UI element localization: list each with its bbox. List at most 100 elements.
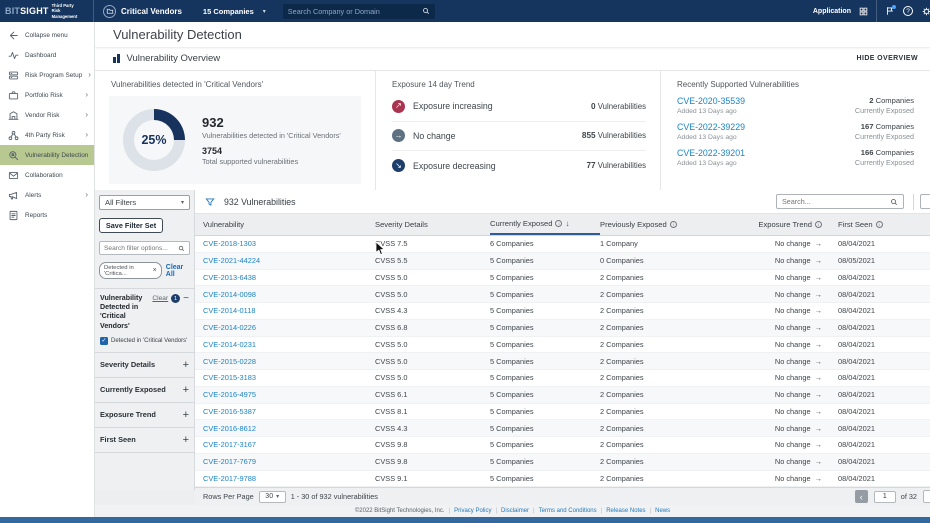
filter-group-severity-details[interactable]: Severity Details+ xyxy=(95,353,194,378)
sidebar-item-collapse-menu[interactable]: Collapse menu xyxy=(0,25,94,45)
filter-chip[interactable]: Detected in 'Critica... × xyxy=(99,262,162,279)
page-number-input[interactable] xyxy=(874,491,896,503)
table-row: CVE-2021-44224CVSS 5.55 Companies0 Compa… xyxy=(195,253,930,270)
cve-link[interactable]: CVE-2021-44224 xyxy=(195,256,375,265)
info-icon: i xyxy=(670,221,677,228)
footer-link-privacy-policy[interactable]: Privacy Policy xyxy=(454,508,491,514)
company-search-input[interactable] xyxy=(288,7,422,16)
previous-page-button[interactable]: ‹ xyxy=(855,490,868,503)
table-search-input[interactable] xyxy=(782,197,890,206)
cve-link[interactable]: CVE-2022-39201 xyxy=(677,148,745,158)
cve-link[interactable]: CVE-2013-6438 xyxy=(195,273,375,282)
notifications-icon[interactable] xyxy=(885,6,895,16)
severity-cell: CVSS 9.8 xyxy=(375,440,490,449)
expand-group-icon: + xyxy=(183,409,189,421)
sidebar-item-vulnerability-detection[interactable]: Vulnerability Detection xyxy=(0,145,94,165)
save-filter-set-button[interactable]: Save Filter Set xyxy=(99,218,163,233)
settings-gear-icon[interactable] xyxy=(921,6,930,17)
footer-link-terms-and-conditions[interactable]: Terms and Conditions xyxy=(539,508,597,514)
trend-text: No change xyxy=(775,373,811,382)
sidebar-item-portfolio-risk[interactable]: Portfolio Risk› xyxy=(0,85,94,105)
donut-percent: 25% xyxy=(141,133,166,147)
cve-link[interactable]: CVE-2016-4975 xyxy=(195,390,375,399)
cve-link[interactable]: CVE-2017-9788 xyxy=(195,474,375,483)
exposure-trend-cell: No change→ xyxy=(775,407,830,416)
previously-exposed-cell: 2 Companies xyxy=(600,306,745,315)
rows-per-page-select[interactable]: 30 ▾ xyxy=(259,491,286,503)
cve-link[interactable]: CVE-2015-0228 xyxy=(195,357,375,366)
page-title: Vulnerability Detection xyxy=(95,22,930,47)
clear-all-link[interactable]: Clear All xyxy=(166,264,190,278)
cve-link[interactable]: CVE-2014-0098 xyxy=(195,290,375,299)
column-label: Previously Exposed xyxy=(600,220,667,229)
footer-link-news[interactable]: News xyxy=(655,508,670,514)
cve-link[interactable]: CVE-2014-0231 xyxy=(195,340,375,349)
trend-arrow-icon: → xyxy=(815,323,822,332)
trend-arrow-icon: → xyxy=(815,457,822,466)
currently-exposed-cell: 5 Companies xyxy=(490,340,600,349)
next-page-button[interactable] xyxy=(923,490,930,503)
sidebar-item-alerts[interactable]: Alerts› xyxy=(0,185,94,205)
app-grid-icon[interactable] xyxy=(859,7,868,16)
pagination-range: 1 - 30 of 932 vulnerabilities xyxy=(291,492,378,501)
search-icon[interactable] xyxy=(890,198,898,206)
currently-exposed-label: Currently Exposed xyxy=(855,132,914,141)
trend-text: No change xyxy=(775,407,811,416)
close-icon[interactable]: × xyxy=(153,267,157,274)
cve-link[interactable]: CVE-2014-0118 xyxy=(195,306,375,315)
filter-group-exposure-trend[interactable]: Exposure Trend+ xyxy=(95,403,194,428)
sidebar-item-dashboard[interactable]: Dashboard xyxy=(0,45,94,65)
cve-link[interactable]: CVE-2018-1303 xyxy=(195,239,375,248)
application-label[interactable]: Application xyxy=(813,8,851,15)
filter-checkbox-row[interactable]: ✓ Detected in 'Critical Vendors' xyxy=(100,337,189,345)
search-icon[interactable] xyxy=(422,7,430,15)
severity-cell: CVSS 8.1 xyxy=(375,407,490,416)
recent-exposure-info: 166 CompaniesCurrently Exposed xyxy=(855,148,914,167)
bitsight-logo[interactable]: BITSIGHT Third Party Risk Management xyxy=(0,3,93,18)
cve-link[interactable]: CVE-2017-3167 xyxy=(195,440,375,449)
sidebar-item-reports[interactable]: Reports xyxy=(0,205,94,225)
filter-group-first-seen[interactable]: First Seen+ xyxy=(95,428,194,453)
sidebar-item-risk-program-setup[interactable]: Risk Program Setup› xyxy=(0,65,94,85)
checkbox-checked-icon[interactable]: ✓ xyxy=(100,337,108,345)
column-header-currently-exposed[interactable]: Currently Exposedi↓ xyxy=(490,214,600,235)
cve-link[interactable]: CVE-2020-35539 xyxy=(677,96,745,106)
sidebar-item-4th-party-risk[interactable]: 4th Party Risk› xyxy=(0,125,94,145)
column-header-previously-exposed[interactable]: Previously Exposedi xyxy=(600,214,745,235)
footer-link-disclaimer[interactable]: Disclaimer xyxy=(501,508,529,514)
table-search[interactable] xyxy=(776,194,904,209)
recent-items: CVE-2020-35539Added 13 Days ago2 Compani… xyxy=(661,96,930,167)
cve-link[interactable]: CVE-2017-7679 xyxy=(195,457,375,466)
chevron-right-icon: › xyxy=(85,191,88,199)
filter-search[interactable] xyxy=(99,241,190,255)
hide-overview-button[interactable]: HIDE OVERVIEW xyxy=(857,55,918,62)
cve-link[interactable]: CVE-2015-3183 xyxy=(195,373,375,382)
sidebar-item-vendor-risk[interactable]: Vendor Risk› xyxy=(0,105,94,125)
currently-exposed-label: Currently Exposed xyxy=(855,106,914,115)
cve-link[interactable]: CVE-2016-8612 xyxy=(195,424,375,433)
cve-link[interactable]: CVE-2022-39229 xyxy=(677,122,745,132)
column-header-first-seen[interactable]: First Seeni xyxy=(830,214,930,235)
footer-link-release-notes[interactable]: Release Notes xyxy=(606,508,645,514)
filter-group-currently-exposed[interactable]: Currently Exposed+ xyxy=(95,378,194,403)
company-search[interactable] xyxy=(283,4,435,19)
first-seen-cell: 08/04/2021 xyxy=(830,239,930,248)
sidebar-item-collaboration[interactable]: Collaboration xyxy=(0,165,94,185)
column-settings-button[interactable] xyxy=(920,194,930,209)
expand-group-icon: + xyxy=(183,384,189,396)
column-header-severity-details[interactable]: Severity Details xyxy=(375,214,490,235)
column-header-vulnerability[interactable]: Vulnerability xyxy=(195,214,375,235)
cve-link[interactable]: CVE-2014-0226 xyxy=(195,323,375,332)
result-count-row: 932 Vulnerabilities xyxy=(195,190,930,214)
trend-text: No change xyxy=(775,256,811,265)
clear-filter-link[interactable]: Clear xyxy=(152,295,168,302)
folder-selector[interactable]: Critical Vendors 15 Companies ▾ xyxy=(94,5,275,18)
total-count: 3754 xyxy=(202,146,341,156)
column-header-exposure-trend[interactable]: Exposure Trendi xyxy=(745,214,830,235)
cve-link[interactable]: CVE-2016-5387 xyxy=(195,407,375,416)
exposure-trend-cell: No change→ xyxy=(775,457,830,466)
help-icon[interactable]: ? xyxy=(903,6,913,16)
filter-search-input[interactable] xyxy=(104,245,178,252)
all-filters-dropdown[interactable]: All Filters ▾ xyxy=(99,195,190,210)
collapse-group-icon[interactable]: − xyxy=(183,295,189,303)
